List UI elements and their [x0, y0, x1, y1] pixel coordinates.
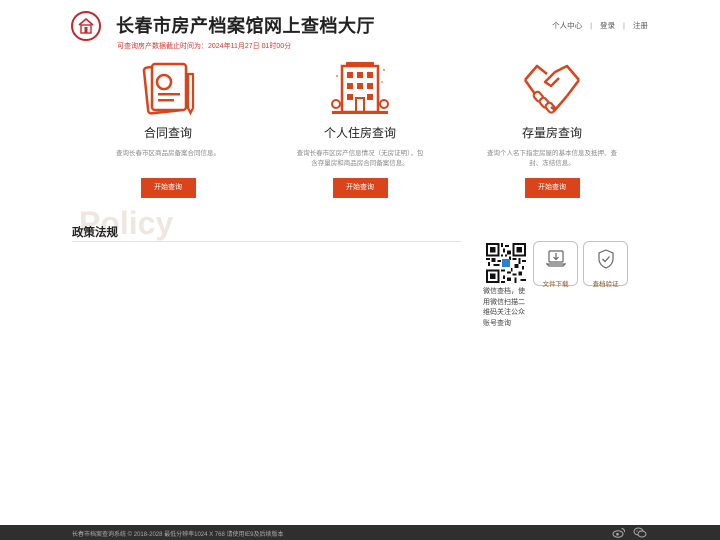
building-icon [331, 62, 389, 114]
policy-section-title: 政策法规 [72, 225, 118, 239]
footer-copyright: 长春市档案查询系统 © 2018-2028 最低分辨率1024 X 768 请使… [72, 532, 284, 538]
shield-check-icon [597, 249, 614, 269]
service-description: 查询个人名下指定房屋的基本信息及抵押、查封、冻结信息。 [487, 150, 617, 167]
login-link[interactable]: 登录 [600, 20, 615, 31]
link-separator: | [590, 21, 593, 30]
site-logo [71, 11, 101, 41]
service-description: 查询长春市区房产信息情况（无房证明），包含存量房和商品房合同备案信息。 [296, 150, 424, 167]
existing-housing-query-button[interactable]: 开始查询 [524, 178, 580, 198]
policy-divider [72, 241, 461, 242]
handshake-icon [523, 64, 580, 114]
service-title: 存量房查询 [521, 126, 582, 140]
personal-center-link[interactable]: 个人中心 [552, 20, 582, 31]
file-download-label: 文件下载 [542, 281, 569, 288]
service-title: 个人住房查询 [323, 126, 396, 140]
data-cutoff-note: 可查询房产数据截止时间为：2024年11月27日 01时00分 [117, 43, 292, 50]
logo-icon [78, 17, 94, 34]
service-title: 合同查询 [143, 126, 192, 140]
weibo-icon[interactable] [612, 527, 626, 538]
archive-verify-label: 查档验证 [592, 281, 619, 288]
wechat-qr-code [486, 243, 526, 283]
service-description: 查询长春市区商品房备案合同信息。 [116, 150, 220, 157]
footer: 长春市档案查询系统 © 2018-2028 最低分辨率1024 X 768 请使… [0, 525, 720, 540]
contract-query-button[interactable]: 开始查询 [140, 178, 196, 198]
site-title: 长春市房产档案馆网上查档大厅 [116, 16, 375, 37]
qr-instruction-text: 微信查档，使用微信扫描二维码关注公众账号查询 [483, 288, 525, 327]
register-link[interactable]: 注册 [633, 20, 648, 31]
top-links: 个人中心 | 登录 | 注册 [552, 20, 648, 31]
file-download-button[interactable]: 文件下载 [533, 241, 578, 288]
link-separator: | [623, 21, 625, 30]
personal-housing-query-button[interactable]: 开始查询 [332, 178, 388, 198]
contract-icon [142, 62, 195, 116]
service-card-personal-housing: 个人住房查询 查询长春市区房产信息情况（无房证明），包含存量房和商品房合同备案信… [290, 58, 430, 198]
archive-verify-button[interactable]: 查档验证 [583, 241, 628, 288]
service-card-contract: 合同查询 查询长春市区商品房备案合同信息。 开始查询 [98, 58, 238, 198]
service-card-existing-housing: 存量房查询 查询个人名下指定房屋的基本信息及抵押、查封、冻结信息。 开始查询 [482, 58, 622, 198]
wechat-icon[interactable] [633, 527, 647, 538]
laptop-download-icon [545, 250, 566, 267]
